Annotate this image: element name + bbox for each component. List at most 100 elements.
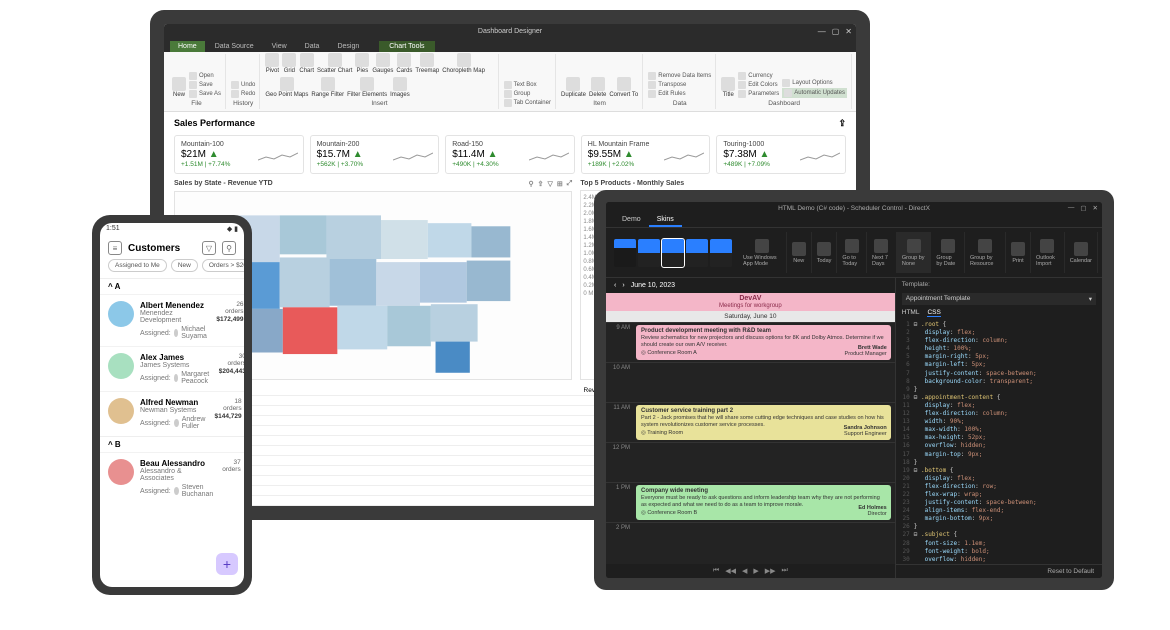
tab-design[interactable]: Design (329, 41, 367, 52)
insert-pies[interactable]: Pies (355, 53, 369, 74)
tool-group-by-resource[interactable]: Group by Resource (965, 232, 1006, 273)
filter-chip[interactable]: New (171, 259, 198, 272)
prev-page-icon[interactable]: ◀◀ (725, 567, 736, 575)
search-icon[interactable]: ⚲ (529, 180, 534, 188)
layout-options-button[interactable]: Layout Options (782, 79, 832, 87)
timeline[interactable]: 9 AMProduct development meeting with R&D… (606, 322, 895, 564)
insert-gauges[interactable]: Gauges (372, 53, 393, 74)
tab-datasource[interactable]: Data Source (207, 41, 262, 52)
convert-button[interactable]: Convert To (609, 77, 638, 98)
tab-css[interactable]: CSS (927, 309, 940, 317)
insert-cards[interactable]: Cards (396, 53, 412, 74)
search-icon[interactable]: ⚲ (222, 241, 236, 255)
data-transpose[interactable]: Transpose (648, 81, 686, 89)
tool-calendar[interactable]: Calendar (1065, 232, 1098, 273)
parameters-button[interactable]: Parameters (738, 90, 779, 98)
redo-button[interactable]: Redo (231, 90, 255, 98)
filter-icon[interactable]: ▽ (548, 180, 553, 188)
insert-pivot[interactable]: Pivot (265, 53, 279, 74)
tool-print[interactable]: Print (1006, 232, 1031, 273)
tool-outlook-import[interactable]: Outlook Import (1031, 232, 1065, 273)
maximize-icon[interactable]: ▢ (832, 27, 840, 36)
insert-range-filter[interactable]: Range Filter (311, 77, 344, 98)
maximize-icon[interactable]: ▢ (1080, 204, 1086, 212)
tool-next-7-days[interactable]: Next 7 Days (867, 232, 897, 273)
tool-new[interactable]: New (787, 232, 812, 273)
tab-html[interactable]: HTML (902, 309, 920, 317)
close-icon[interactable]: ✕ (845, 27, 852, 36)
insert-grid[interactable]: Grid (282, 53, 296, 74)
layout-group[interactable]: Group (504, 90, 531, 98)
appointment[interactable]: Customer service training part 2Part 2 -… (636, 405, 891, 440)
insert-images[interactable]: Images (390, 77, 410, 98)
tool-group-by-none[interactable]: Group by None (897, 232, 932, 273)
export-icon[interactable]: ⇪ (838, 118, 846, 129)
customer-row[interactable]: Beau AlessandroAlessandro & AssociatesAs… (100, 452, 244, 504)
insert-geo-point-maps[interactable]: Geo Point Maps (265, 77, 308, 98)
auto-updates-button[interactable]: Automatic Updates (782, 88, 847, 98)
time-slot[interactable]: 10 AM (606, 362, 895, 402)
kpi-card[interactable]: Road-150$11.4M ▲+490K | +4.30% (445, 135, 575, 174)
next-page-icon[interactable]: ▶▶ (765, 567, 776, 575)
customer-row[interactable]: Alfred NewmanNewman SystemsAssigned: And… (100, 391, 244, 436)
tab-skins[interactable]: Skins (649, 214, 682, 227)
tab-view[interactable]: View (264, 41, 295, 52)
insert-scatter-chart[interactable]: Scatter Chart (317, 53, 352, 74)
appointment[interactable]: Product development meeting with R&D tea… (636, 325, 891, 360)
close-icon[interactable]: ✕ (1093, 204, 1098, 212)
kpi-card[interactable]: HL Mountain Frame$9.55M ▲+189K | +2.02% (581, 135, 711, 174)
customer-row[interactable]: Albert MenendezMenendez DevelopmentAssig… (100, 294, 244, 346)
time-slot[interactable]: 2 PM (606, 522, 895, 562)
last-icon[interactable]: ⏭ (782, 567, 788, 575)
layout-tab-container[interactable]: Tab Container (504, 99, 551, 107)
prev-icon[interactable]: ‹ (614, 282, 616, 289)
insert-treemap[interactable]: Treemap (415, 53, 439, 74)
tab-demo[interactable]: Demo (614, 214, 649, 227)
kpi-card[interactable]: Mountain-200$15.7M ▲+562K | +3.70% (310, 135, 440, 174)
title-button[interactable]: Title (721, 77, 735, 98)
filter-chip[interactable]: Orders > $200k (202, 259, 244, 272)
tool-group-by-date[interactable]: Group by Date (931, 232, 965, 273)
minimize-icon[interactable]: — (818, 27, 826, 36)
minimize-icon[interactable]: — (1068, 204, 1075, 212)
open-button[interactable]: Open (189, 72, 214, 80)
insert-choropleth-map[interactable]: Choropleth Map (442, 53, 485, 74)
duplicate-button[interactable]: Duplicate (561, 77, 586, 98)
maximize-icon[interactable]: ⤢ (567, 180, 573, 188)
export-icon[interactable]: ⇪ (538, 180, 544, 188)
skin-gallery[interactable] (610, 232, 736, 273)
customer-row[interactable]: Alex JamesJames SystemsAssigned: Margare… (100, 346, 244, 391)
tool-use-windows-app-mode[interactable]: Use Windows App Mode (738, 232, 787, 273)
time-slot[interactable]: 11 AMCustomer service training part 2Par… (606, 402, 895, 442)
tab-home[interactable]: Home (170, 41, 205, 52)
first-icon[interactable]: ⏮ (713, 567, 719, 575)
save-as-button[interactable]: Save As (189, 90, 221, 98)
next-icon[interactable]: ▶ (753, 567, 758, 575)
appointment[interactable]: Company wide meetingEveryone must be rea… (636, 485, 891, 520)
tool-today[interactable]: Today (812, 232, 838, 273)
prev-icon[interactable]: ◀ (742, 567, 747, 575)
delete-button[interactable]: Delete (589, 77, 606, 98)
fab-add[interactable]: + (216, 553, 238, 575)
time-slot[interactable]: 9 AMProduct development meeting with R&D… (606, 322, 895, 362)
menu-icon[interactable]: ≡ (108, 241, 122, 255)
time-slot[interactable]: 12 PM (606, 442, 895, 482)
currency-button[interactable]: Currency (738, 72, 772, 80)
insert-filter-elements[interactable]: Filter Elements (347, 77, 387, 98)
time-slot[interactable]: 1 PMCompany wide meetingEveryone must be… (606, 482, 895, 522)
kpi-card[interactable]: Mountain-100$21M ▲+1.51M | +7.74% (174, 135, 304, 174)
tool-go-to-today[interactable]: Go to Today (837, 232, 867, 273)
filter-icon[interactable]: ▽ (202, 241, 216, 255)
data-edit-rules[interactable]: Edit Rules (648, 90, 685, 98)
tab-data[interactable]: Data (297, 41, 328, 52)
multi-select-icon[interactable]: ⊞ (557, 180, 563, 188)
data-remove-data-items[interactable]: Remove Data Items (648, 72, 711, 80)
new-button[interactable]: New (172, 77, 186, 98)
save-button[interactable]: Save (189, 81, 213, 89)
kpi-card[interactable]: Touring-1000$7.38M ▲+489K | +7.09% (716, 135, 846, 174)
filter-chip[interactable]: Assigned to Me (108, 259, 167, 272)
edit-colors-button[interactable]: Edit Colors (738, 81, 777, 89)
undo-button[interactable]: Undo (231, 81, 255, 89)
reset-button[interactable]: Reset to Default (896, 564, 1102, 578)
css-editor[interactable]: 1⊟ .root {2 display: flex;3 flex-directi… (896, 319, 1102, 564)
